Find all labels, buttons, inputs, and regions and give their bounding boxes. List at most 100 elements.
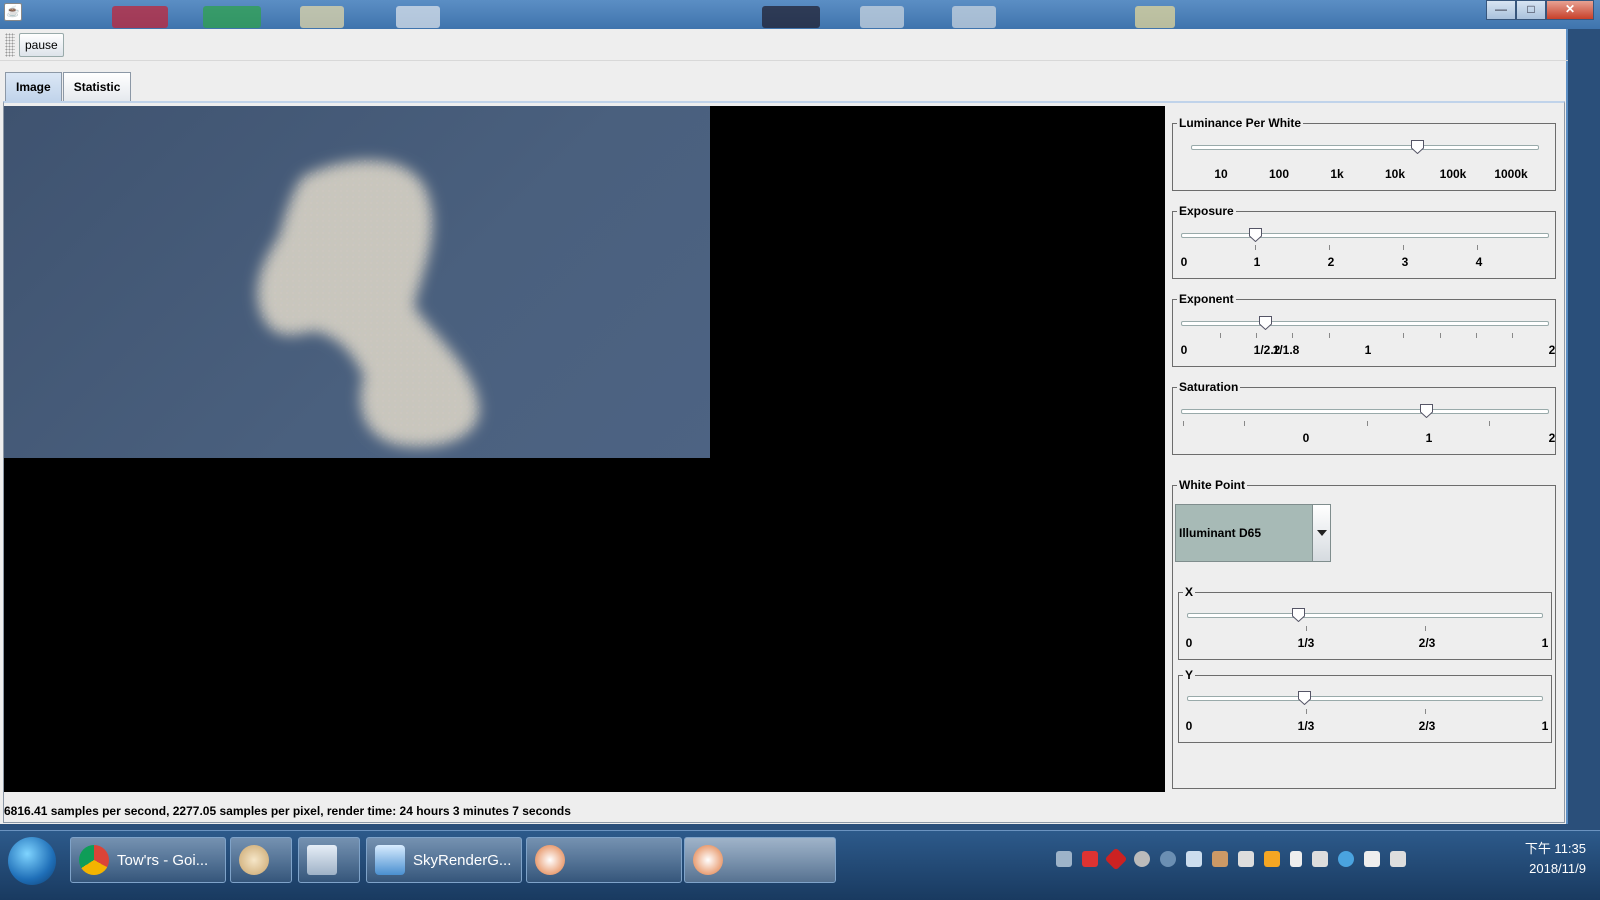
- pause-button[interactable]: pause: [19, 33, 64, 57]
- tray-app-icon[interactable]: [1104, 847, 1128, 871]
- render-viewport[interactable]: [4, 106, 1165, 792]
- maximize-button[interactable]: □: [1516, 0, 1546, 20]
- exposure-slider-track[interactable]: [1181, 233, 1549, 238]
- luminance-slider-thumb[interactable]: [1411, 140, 1425, 154]
- exposure-tick-label: 0: [1180, 255, 1188, 269]
- y-slider-thumb[interactable]: [1298, 691, 1312, 705]
- white-point-selected-value: Illuminant D65: [1179, 526, 1262, 540]
- taskbar-item-calculator[interactable]: [298, 837, 360, 883]
- exponent-title: Exponent: [1177, 292, 1236, 306]
- exponent-tick-label: 0: [1180, 343, 1188, 357]
- tab-bar: Image Statistic: [5, 72, 132, 102]
- cloud-icon[interactable]: [1134, 851, 1150, 867]
- y-title: Y: [1183, 668, 1196, 682]
- bluetooth-icon[interactable]: [1186, 851, 1202, 867]
- white-point-dropdown[interactable]: Illuminant D65: [1175, 504, 1331, 562]
- white-point-group: White Point Illuminant D65 X 0 1/3 2/3 1…: [1172, 478, 1556, 789]
- exponent-tick: [1476, 333, 1477, 338]
- taskbar-clock[interactable]: 下午 11:35 2018/11/9: [1525, 839, 1586, 879]
- wifi-icon[interactable]: [1338, 851, 1354, 867]
- x-tick-label: 2/3: [1418, 636, 1436, 650]
- chevron-down-icon[interactable]: [1312, 505, 1330, 561]
- y-tick-label: 2/3: [1418, 719, 1436, 733]
- tray-app-icon[interactable]: [1212, 851, 1228, 867]
- exponent-slider-track[interactable]: [1181, 321, 1549, 326]
- exponent-tick: [1292, 333, 1293, 338]
- x-tick-label: 1: [1541, 636, 1549, 650]
- tab-statistic[interactable]: Statistic: [62, 72, 132, 102]
- y-group: Y 0 1/3 2/3 1: [1178, 668, 1552, 743]
- y-tick-label: 1/3: [1297, 719, 1315, 733]
- network-icon[interactable]: [1390, 851, 1406, 867]
- exponent-group: Exponent 0 1/2.2 1/1.8 1 2: [1172, 292, 1556, 367]
- exposure-tick-label: 2: [1327, 255, 1335, 269]
- y-slider-track[interactable]: [1187, 696, 1543, 701]
- tray-app-icon[interactable]: [1238, 851, 1254, 867]
- minimize-button[interactable]: —: [1486, 0, 1516, 20]
- taskbar-item-chrome[interactable]: Tow'rs - Goi...: [70, 837, 226, 883]
- x-tick: [1425, 626, 1426, 631]
- x-tick: [1306, 626, 1307, 631]
- exposure-tick: [1255, 245, 1256, 250]
- x-group: X 0 1/3 2/3 1: [1178, 585, 1552, 660]
- luminance-tick-label: 100k: [1439, 167, 1467, 181]
- close-button[interactable]: ✕: [1546, 0, 1594, 20]
- saturation-slider-thumb[interactable]: [1420, 404, 1434, 418]
- luminance-title: Luminance Per White: [1177, 116, 1304, 130]
- clock-time: 下午 11:35: [1524, 841, 1586, 856]
- start-button[interactable]: [8, 837, 56, 885]
- luminance-tick-label: 100: [1268, 167, 1290, 181]
- saturation-group: Saturation 0 1 2: [1172, 380, 1556, 455]
- exponent-tick-label: 1/1.8: [1272, 343, 1300, 357]
- saturation-slider-track[interactable]: [1181, 409, 1549, 414]
- exponent-tick: [1512, 333, 1513, 338]
- taskbar-item-java-1[interactable]: [526, 837, 682, 883]
- toolbar-grip-icon[interactable]: [5, 33, 15, 57]
- exponent-slider-thumb[interactable]: [1258, 316, 1272, 330]
- exponent-tick-label: 1: [1364, 343, 1372, 357]
- keyboard-icon[interactable]: [1056, 851, 1072, 867]
- control-panel: Luminance Per White 10 100 1k 10k 100k 1…: [1169, 106, 1562, 792]
- window-titlebar: ☕ — □ ✕: [0, 0, 1600, 29]
- exposure-tick-label: 3: [1401, 255, 1409, 269]
- saturation-tick-label: 2: [1548, 431, 1556, 445]
- exposure-tick: [1329, 245, 1330, 250]
- flag-icon[interactable]: [1364, 851, 1380, 867]
- luminance-slider-track[interactable]: [1191, 145, 1539, 150]
- update-icon[interactable]: [1264, 851, 1280, 867]
- taskbar-item-java-2[interactable]: [684, 837, 836, 883]
- y-tick-label: 1: [1541, 719, 1549, 733]
- battery-icon[interactable]: [1290, 851, 1302, 867]
- exposure-group: Exposure 0 1 2 3 4: [1172, 204, 1556, 279]
- volume-icon[interactable]: [1312, 851, 1328, 867]
- taskbar-item-paint[interactable]: [230, 837, 292, 883]
- exposure-tick: [1477, 245, 1478, 250]
- x-tick-label: 0: [1185, 636, 1193, 650]
- taskbar-item-label: Tow'rs - Goi...: [117, 851, 209, 869]
- saturation-tick: [1183, 421, 1184, 426]
- saturation-tick: [1244, 421, 1245, 426]
- tab-image[interactable]: Image: [5, 72, 62, 102]
- saturation-tick-label: 0: [1302, 431, 1310, 445]
- tray-app-icon[interactable]: [1082, 851, 1098, 867]
- cube-icon: [375, 845, 405, 875]
- taskbar-item-label: SkyRenderG...: [413, 851, 512, 869]
- x-slider-track[interactable]: [1187, 613, 1543, 618]
- exponent-tick: [1256, 333, 1257, 338]
- exposure-tick-label: 4: [1475, 255, 1483, 269]
- exponent-tick: [1440, 333, 1441, 338]
- white-point-title: White Point: [1177, 478, 1247, 492]
- exponent-tick: [1220, 333, 1221, 338]
- exposure-slider-thumb[interactable]: [1248, 228, 1262, 242]
- y-tick-label: 0: [1185, 719, 1193, 733]
- play-icon[interactable]: [1160, 851, 1176, 867]
- taskbar-item-skyrender[interactable]: SkyRenderG...: [366, 837, 522, 883]
- exposure-title: Exposure: [1177, 204, 1236, 218]
- luminance-tick-label: 1k: [1330, 167, 1344, 181]
- paint-palette-icon: [239, 845, 269, 875]
- saturation-tick-label: 1: [1425, 431, 1433, 445]
- clock-date: 2018/11/9: [1529, 861, 1586, 876]
- exposure-tick: [1403, 245, 1404, 250]
- x-tick-label: 1/3: [1297, 636, 1315, 650]
- x-slider-thumb[interactable]: [1292, 608, 1306, 622]
